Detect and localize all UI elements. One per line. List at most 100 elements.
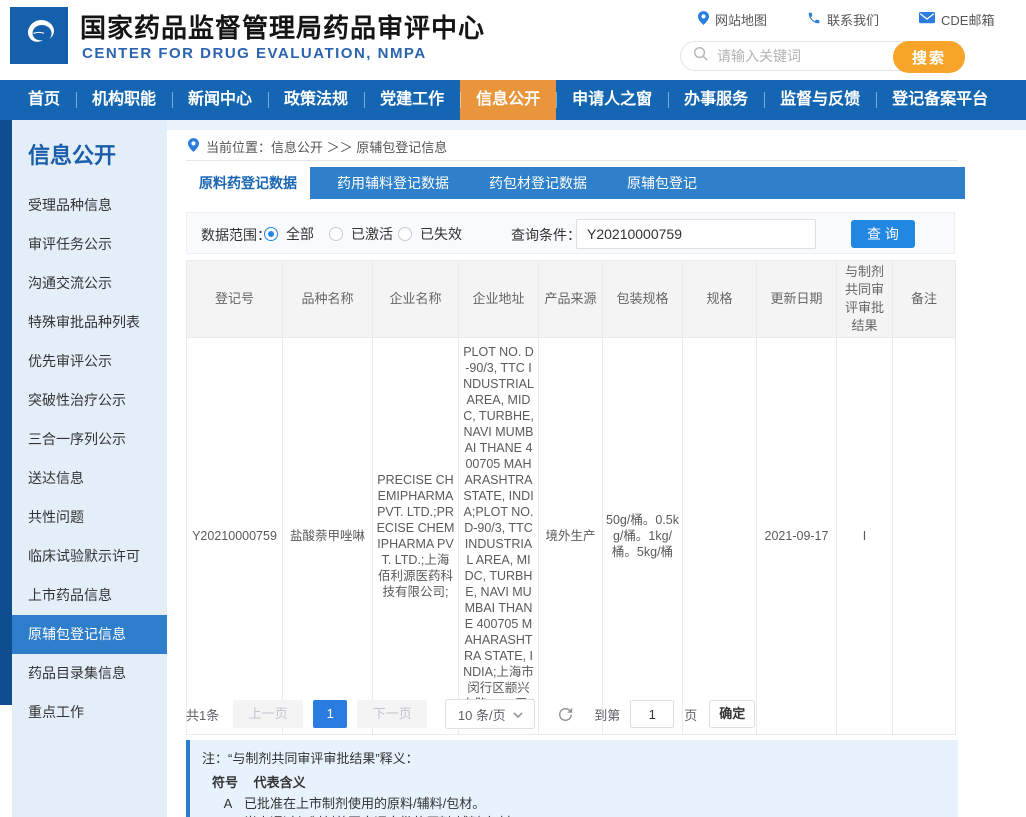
registration-table: 登记号 品种名称 企业名称 企业地址 产品来源 包装规格 规格 更新日期 与制剂… — [186, 260, 956, 735]
cell-package-spec: 50g/桶。0.5kg/桶。1kg/桶。5kg/桶 — [603, 338, 683, 735]
note-row: A 已批准在上市制剂使用的原料/辅料/包材。 — [202, 794, 958, 813]
contact-link[interactable]: 联系我们 — [807, 10, 879, 29]
nav-item[interactable]: 机构职能 — [76, 80, 172, 120]
sidebar-item[interactable]: 三合一序列公示 — [12, 420, 167, 459]
search-icon — [693, 46, 708, 66]
breadcrumb-divider — [186, 160, 958, 161]
sidebar-accent-strip — [0, 120, 12, 705]
query-button[interactable]: 查 询 — [851, 220, 915, 248]
tab-active[interactable]: 原料药登记数据 — [186, 167, 310, 199]
sidebar-item[interactable]: 受理品种信息 — [12, 186, 167, 225]
breadcrumb: 当前位置：信息公开 ＞＞ 原辅包登记信息 — [188, 137, 447, 156]
sidebar-item[interactable]: 送达信息 — [12, 459, 167, 498]
cell-variety-name: 盐酸萘甲唑啉 — [283, 338, 373, 735]
site-subtitle: CENTER FOR DRUG EVALUATION, NMPA — [82, 45, 427, 62]
cell-company-address: PLOT NO. D-90/3, TTC INDUSTRIAL AREA, MI… — [459, 338, 539, 735]
site-search: 搜索 — [680, 41, 965, 71]
nav-item[interactable]: 登记备案平台 — [876, 80, 1004, 120]
radio-selected-icon — [264, 227, 278, 241]
goto-label: 到第 — [594, 705, 620, 724]
sidebar-item[interactable]: 沟通交流公示 — [12, 264, 167, 303]
radio-all[interactable]: 全部 — [264, 224, 314, 244]
col-header: 规格 — [683, 261, 757, 338]
note-header: 符号 代表含义 — [202, 772, 958, 791]
table-header-row: 登记号 品种名称 企业名称 企业地址 产品来源 包装规格 规格 更新日期 与制剂… — [187, 261, 956, 338]
breadcrumb-text: 当前位置：信息公开 ＞＞ 原辅包登记信息 — [206, 137, 447, 156]
nav-item[interactable]: 监督与反馈 — [764, 80, 876, 120]
note-row: I 尚未通过与制剂共同审评审批的原料/辅料/包材。 — [202, 813, 958, 817]
note-title: 注：“与制剂共同审评审批结果”释义： — [202, 748, 958, 767]
goto-page-input[interactable] — [630, 700, 674, 728]
scope-label: 数据范围： — [201, 225, 271, 245]
query-label: 查询条件： — [511, 225, 581, 245]
cell-review-result: I — [837, 338, 893, 735]
sidebar-item[interactable]: 特殊审批品种列表 — [12, 303, 167, 342]
cell-spec — [683, 338, 757, 735]
sitemap-link[interactable]: 网站地图 — [698, 10, 767, 29]
location-pin-icon — [188, 138, 199, 155]
col-header: 更新日期 — [757, 261, 837, 338]
cde-mail-link[interactable]: CDE邮箱 — [919, 10, 994, 29]
sidebar-item-active[interactable]: 原辅包登记信息 — [12, 615, 167, 654]
radio-activated[interactable]: 已激活 — [329, 224, 393, 244]
query-input[interactable] — [576, 219, 816, 249]
radio-unselected-icon — [329, 227, 343, 241]
goto-suffix: 页 — [684, 705, 697, 724]
cell-registration-no: Y20210000759 — [187, 338, 283, 735]
site-header: 国家药品监督管理局药品审评中心 CENTER FOR DRUG EVALUATI… — [0, 0, 1026, 80]
col-header: 包装规格 — [603, 261, 683, 338]
col-header: 企业名称 — [373, 261, 459, 338]
current-page-button[interactable]: 1 — [313, 700, 347, 728]
cde-logo — [10, 7, 68, 64]
nav-item[interactable]: 政策法规 — [268, 80, 364, 120]
swallow-logo-icon — [17, 11, 61, 60]
sidebar-item[interactable]: 药品目录集信息 — [12, 654, 167, 693]
col-header: 产品来源 — [539, 261, 603, 338]
data-tabs: 原料药登记数据 药用辅料登记数据 药包材登记数据 原辅包登记 — [186, 167, 965, 199]
nav-item[interactable]: 新闻中心 — [172, 80, 268, 120]
pagination: 共1条 上一页 1 下一页 10 条/页 到第 页 确定 — [186, 700, 755, 728]
legend-note: 注：“与制剂共同审评审批结果”释义： 符号 代表含义 A 已批准在上市制剂使用的… — [186, 740, 958, 817]
col-header: 与制剂共同审评审批结果 — [837, 261, 893, 338]
prev-page-button[interactable]: 上一页 — [233, 700, 303, 728]
refresh-icon[interactable] — [557, 706, 574, 723]
sidebar: 信息公开 受理品种信息 审评任务公示 沟通交流公示 特殊审批品种列表 优先审评公… — [12, 120, 167, 817]
cell-company-name: PRECISE CHEMIPHARMA PVT. LTD.;PRECISE CH… — [373, 338, 459, 735]
sidebar-item[interactable]: 优先审评公示 — [12, 342, 167, 381]
sidebar-item[interactable]: 突破性治疗公示 — [12, 381, 167, 420]
tab[interactable]: 药包材登记数据 — [476, 167, 600, 199]
search-button[interactable]: 搜索 — [893, 41, 965, 73]
search-input[interactable] — [715, 47, 879, 65]
sidebar-item[interactable]: 临床试验默示许可 — [12, 537, 167, 576]
cell-update-date: 2021-09-17 — [757, 338, 837, 735]
confirm-button[interactable]: 确定 — [709, 700, 755, 728]
site-title: 国家药品监督管理局药品审评中心 — [80, 8, 485, 45]
header-links: 网站地图 联系我们 CDE邮箱 — [698, 10, 994, 29]
page-size-select[interactable]: 10 条/页 — [445, 699, 535, 729]
radio-expired[interactable]: 已失效 — [398, 224, 462, 244]
radio-unselected-icon — [398, 227, 412, 241]
nav-item[interactable]: 党建工作 — [364, 80, 460, 120]
col-header: 品种名称 — [283, 261, 373, 338]
sidebar-item[interactable]: 重点工作 — [12, 693, 167, 732]
nav-item-active[interactable]: 信息公开 — [460, 80, 556, 120]
nav-item[interactable]: 首页 — [12, 80, 76, 120]
filter-bar: 数据范围： 全部 已激活 已失效 查询条件： 查 询 — [186, 212, 955, 254]
sidebar-title: 信息公开 — [12, 136, 167, 176]
content-top-band — [167, 120, 1026, 130]
col-header: 登记号 — [187, 261, 283, 338]
cell-product-source: 境外生产 — [539, 338, 603, 735]
sidebar-item[interactable]: 审评任务公示 — [12, 225, 167, 264]
next-page-button[interactable]: 下一页 — [357, 700, 427, 728]
page: 国家药品监督管理局药品审评中心 CENTER FOR DRUG EVALUATI… — [0, 0, 1026, 817]
nav-item[interactable]: 申请人之窗 — [556, 80, 668, 120]
cell-remark — [893, 338, 956, 735]
nav-item[interactable]: 办事服务 — [668, 80, 764, 120]
sidebar-item[interactable]: 上市药品信息 — [12, 576, 167, 615]
sidebar-item[interactable]: 共性问题 — [12, 498, 167, 537]
tab[interactable]: 药用辅料登记数据 — [324, 167, 462, 199]
col-header: 备注 — [893, 261, 956, 338]
total-count: 共1条 — [186, 705, 219, 724]
tab[interactable]: 原辅包登记 — [614, 167, 710, 199]
table-row: Y20210000759 盐酸萘甲唑啉 PRECISE CHEMIPHARMA … — [187, 338, 956, 735]
